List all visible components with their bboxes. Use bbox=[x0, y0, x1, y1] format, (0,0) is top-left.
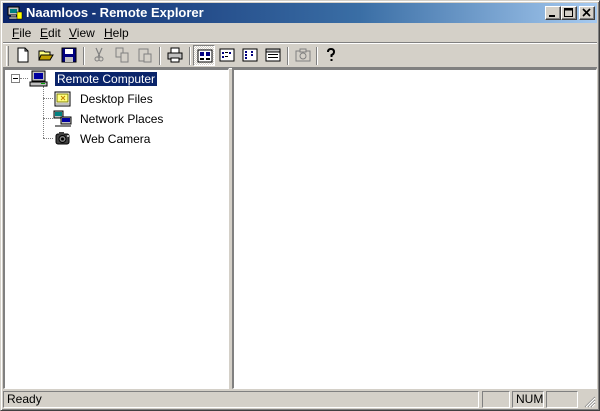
tree-label[interactable]: Remote Computer bbox=[53, 71, 159, 87]
new-button[interactable] bbox=[12, 45, 34, 66]
web-camera-icon bbox=[53, 130, 73, 151]
status-panel-num: NUM bbox=[512, 391, 544, 408]
save-disk-icon bbox=[61, 47, 77, 63]
desktop-files-icon bbox=[53, 90, 73, 111]
toolbar-grip[interactable] bbox=[6, 46, 9, 66]
toolbar bbox=[3, 44, 597, 68]
status-text: Ready bbox=[3, 391, 479, 408]
view-small-icons-icon bbox=[219, 48, 235, 62]
tree-node-network-places[interactable]: Network Places bbox=[5, 110, 225, 128]
help-question-icon bbox=[327, 47, 336, 61]
view-details-icon bbox=[265, 48, 281, 62]
status-bar: Ready NUM bbox=[3, 390, 597, 409]
view-large-icons-icon bbox=[197, 49, 213, 63]
menu-file[interactable]: File bbox=[9, 26, 34, 40]
cut-scissors-icon bbox=[94, 47, 104, 62]
folder-tree-pane[interactable]: Remote Computer Desktop Files Network Pl… bbox=[3, 68, 229, 389]
close-icon bbox=[582, 8, 591, 17]
copy-button[interactable] bbox=[111, 45, 133, 66]
capture-button[interactable] bbox=[292, 45, 314, 66]
paste-button[interactable] bbox=[134, 45, 156, 66]
paste-icon bbox=[138, 48, 152, 63]
open-folder-icon bbox=[38, 50, 54, 61]
status-panel-scroll bbox=[546, 391, 578, 408]
new-document-icon bbox=[17, 47, 29, 63]
copy-icon bbox=[115, 47, 129, 63]
view-small-icons-button[interactable] bbox=[216, 45, 238, 66]
view-details-button[interactable] bbox=[262, 45, 284, 66]
help-button[interactable] bbox=[320, 45, 342, 66]
open-button[interactable] bbox=[35, 45, 57, 66]
title-bar[interactable]: Naamloos - Remote Explorer bbox=[3, 3, 597, 23]
close-button[interactable] bbox=[579, 6, 595, 20]
print-icon bbox=[167, 47, 183, 63]
network-places-icon bbox=[53, 110, 73, 131]
print-button[interactable] bbox=[164, 45, 186, 66]
window-title: Naamloos - Remote Explorer bbox=[26, 5, 204, 20]
resize-grip-icon[interactable] bbox=[583, 395, 596, 408]
tree-node-remote-computer[interactable]: Remote Computer bbox=[5, 70, 225, 88]
view-large-icons-button[interactable] bbox=[193, 45, 215, 66]
collapse-toggle[interactable] bbox=[11, 74, 20, 83]
remote-explorer-app-icon[interactable] bbox=[7, 5, 23, 21]
view-list-button[interactable] bbox=[239, 45, 261, 66]
menu-help[interactable]: Help bbox=[101, 26, 132, 40]
tree-label[interactable]: Desktop Files bbox=[78, 92, 155, 106]
file-list-pane[interactable] bbox=[232, 68, 597, 389]
status-panel-caps bbox=[482, 391, 510, 408]
view-list-icon bbox=[242, 48, 258, 62]
maximize-button[interactable] bbox=[561, 6, 577, 20]
cut-button[interactable] bbox=[88, 45, 110, 66]
menu-view[interactable]: View bbox=[66, 26, 98, 40]
tree-label[interactable]: Web Camera bbox=[78, 132, 152, 146]
computer-icon bbox=[29, 70, 49, 91]
tree-node-desktop-files[interactable]: Desktop Files bbox=[5, 90, 225, 108]
minimize-icon bbox=[549, 15, 555, 17]
minimize-button[interactable] bbox=[545, 6, 561, 20]
tree-label[interactable]: Network Places bbox=[78, 112, 165, 126]
menu-bar: File Edit View Help bbox=[3, 24, 597, 42]
menu-edit[interactable]: Edit bbox=[37, 26, 64, 40]
app-window: Naamloos - Remote Explorer File Edit Vie… bbox=[0, 0, 600, 411]
camera-capture-icon bbox=[295, 48, 311, 62]
save-button[interactable] bbox=[58, 45, 80, 66]
maximize-icon bbox=[564, 8, 573, 17]
tree-node-web-camera[interactable]: Web Camera bbox=[5, 130, 225, 148]
